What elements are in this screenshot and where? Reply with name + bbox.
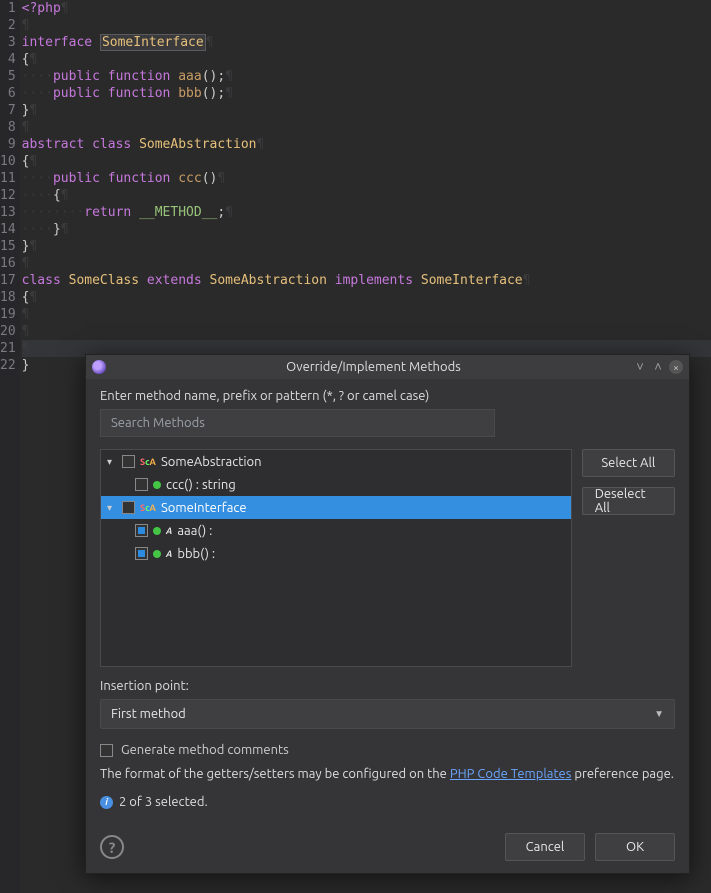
tree-node-method[interactable]: A bbb() : xyxy=(101,542,571,565)
dialog-title: Override/Implement Methods xyxy=(114,360,633,374)
checkbox[interactable] xyxy=(135,478,148,491)
selection-status: 2 of 3 selected. xyxy=(119,795,208,809)
checkbox-checked[interactable] xyxy=(135,524,148,537)
search-input[interactable]: Search Methods xyxy=(100,409,495,437)
ok-button[interactable]: OK xyxy=(595,833,675,861)
chevron-down-icon: ▼ xyxy=(654,708,664,720)
checkbox-checked[interactable] xyxy=(135,547,148,560)
node-label: aaa() : xyxy=(177,524,212,538)
php-open-tag: <?php xyxy=(22,1,61,16)
generate-comments-label: Generate method comments xyxy=(121,743,289,757)
generate-comments-checkbox[interactable] xyxy=(100,744,113,757)
select-all-button[interactable]: Select All xyxy=(582,449,675,477)
selected-identifier: SomeInterface xyxy=(100,34,206,51)
insertion-point-value: First method xyxy=(111,707,186,721)
method-tree[interactable]: ▾ ScA SomeAbstraction ccc() : string ▾ S… xyxy=(100,449,572,667)
info-icon: i xyxy=(100,796,113,809)
cancel-button[interactable]: Cancel xyxy=(505,833,585,861)
preference-hint: The format of the getters/setters may be… xyxy=(100,767,675,781)
insertion-point-select[interactable]: First method ▼ xyxy=(100,699,675,729)
tree-node-method[interactable]: A aaa() : xyxy=(101,519,571,542)
help-icon[interactable]: ? xyxy=(100,835,124,859)
override-implement-dialog: Override/Implement Methods ˅ ˄ × Enter m… xyxy=(85,354,690,874)
php-code-templates-link[interactable]: PHP Code Templates xyxy=(450,767,572,781)
dialog-titlebar[interactable]: Override/Implement Methods ˅ ˄ × xyxy=(86,355,689,379)
tree-node-abstraction[interactable]: ▾ ScA SomeAbstraction xyxy=(101,450,571,473)
abstract-icon: A xyxy=(166,549,172,559)
method-icon xyxy=(153,481,161,489)
tree-node-interface[interactable]: ▾ ScA SomeInterface xyxy=(101,496,571,519)
search-placeholder: Search Methods xyxy=(111,416,205,430)
node-label: SomeInterface xyxy=(161,501,247,515)
kw: interface xyxy=(22,35,92,50)
line-number-gutter: 12345 678910 1112131415 1617181920 2122 xyxy=(0,0,20,893)
chevron-down-icon[interactable]: ▾ xyxy=(107,456,117,468)
method-icon xyxy=(153,527,161,535)
abstract-icon: A xyxy=(166,526,172,536)
interface-icon: ScA xyxy=(140,501,156,514)
class-icon: ScA xyxy=(140,455,156,468)
node-label: bbb() : xyxy=(177,547,215,561)
search-hint-label: Enter method name, prefix or pattern (*,… xyxy=(100,389,675,403)
deselect-all-button[interactable]: Deselect All xyxy=(582,487,675,515)
node-label: ccc() : string xyxy=(166,478,236,492)
tree-node-method[interactable]: ccc() : string xyxy=(101,473,571,496)
method-icon xyxy=(153,550,161,558)
close-icon[interactable]: × xyxy=(669,360,683,374)
minimize-icon[interactable]: ˅ xyxy=(633,360,647,374)
insertion-point-label: Insertion point: xyxy=(100,679,675,693)
app-icon xyxy=(92,360,106,374)
chevron-down-icon[interactable]: ▾ xyxy=(107,502,117,514)
maximize-icon[interactable]: ˄ xyxy=(651,360,665,374)
checkbox[interactable] xyxy=(122,455,135,468)
node-label: SomeAbstraction xyxy=(161,455,262,469)
checkbox[interactable] xyxy=(122,501,135,514)
